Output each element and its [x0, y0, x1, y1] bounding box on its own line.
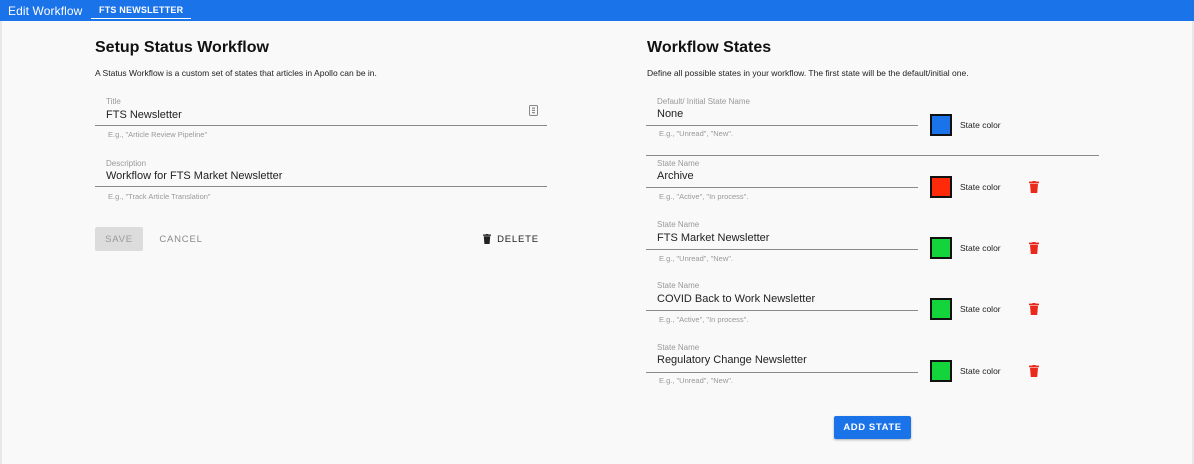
- trash-icon[interactable]: [1029, 242, 1039, 254]
- description-underline: [95, 186, 547, 187]
- trash-icon: [483, 234, 492, 244]
- state-color-swatch[interactable]: [930, 360, 952, 382]
- states-heading: Workflow States: [647, 39, 772, 56]
- state-name-input[interactable]: Regulatory Change Newsletter: [657, 354, 807, 366]
- state-name-input[interactable]: FTS Market Newsletter: [657, 232, 769, 244]
- save-button[interactable]: SAVE: [95, 227, 143, 251]
- state-name-input[interactable]: None: [657, 108, 683, 120]
- description-field-label: Description: [106, 159, 147, 168]
- state-label: Default/ Initial State Name: [657, 97, 750, 106]
- title-hint: E.g., "Article Review Pipeline": [108, 130, 208, 139]
- main-content: Setup Status Workflow A Status Workflow …: [2, 21, 1192, 464]
- state-name-input[interactable]: COVID Back to Work Newsletter: [657, 293, 815, 305]
- app-header: Edit Workflow FTS NEWSLETTER: [0, 0, 1194, 21]
- trash-icon[interactable]: [1029, 181, 1039, 193]
- state-underline: [646, 249, 918, 250]
- states-description: Define all possible states in your workf…: [647, 68, 969, 78]
- state-hint: E.g., "Unread", "New".: [659, 254, 734, 263]
- state-color-label: State color: [960, 182, 1001, 192]
- setup-description: A Status Workflow is a custom set of sta…: [95, 68, 377, 78]
- delete-workflow-button[interactable]: DELETE: [478, 227, 544, 251]
- state-hint: E.g., "Unread", "New".: [659, 129, 734, 138]
- state-color-label: State color: [960, 120, 1001, 130]
- trash-icon[interactable]: [1029, 365, 1039, 377]
- title-field-label: Title: [106, 97, 121, 106]
- delete-label: DELETE: [497, 233, 539, 245]
- state-label: State Name: [657, 343, 700, 352]
- setup-heading: Setup Status Workflow: [95, 39, 269, 56]
- trash-icon[interactable]: [1029, 303, 1039, 315]
- state-name-input[interactable]: Archive: [657, 170, 694, 182]
- state-color-label: State color: [960, 243, 1001, 253]
- title-field[interactable]: Title FTS Newsletter E.g., "Article Revi…: [95, 95, 547, 145]
- state-underline: [646, 125, 918, 126]
- state-hint: E.g., "Active", "In process".: [659, 192, 749, 201]
- cancel-button[interactable]: CANCEL: [155, 227, 207, 251]
- state-color-swatch[interactable]: [930, 176, 952, 198]
- default-state-divider: [646, 155, 1099, 156]
- state-field[interactable]: State Name FTS Market Newsletter E.g., "…: [646, 219, 918, 269]
- description-hint: E.g., "Track Article Translation": [108, 192, 211, 201]
- description-field[interactable]: Description Workflow for FTS Market News…: [95, 157, 547, 207]
- state-field[interactable]: State Name COVID Back to Work Newsletter…: [646, 280, 918, 330]
- state-underline: [646, 187, 918, 188]
- state-color-swatch[interactable]: [930, 114, 952, 136]
- state-hint: E.g., "Active", "In process".: [659, 315, 749, 324]
- state-color-label: State color: [960, 366, 1001, 376]
- state-field-default[interactable]: Default/ Initial State Name None E.g., "…: [646, 94, 918, 144]
- add-state-button[interactable]: ADD STATE: [834, 416, 911, 439]
- state-field[interactable]: State Name Regulatory Change Newsletter …: [646, 341, 918, 391]
- state-color-swatch[interactable]: [930, 237, 952, 259]
- state-label: State Name: [657, 281, 700, 290]
- page-title: Edit Workflow: [8, 4, 83, 18]
- state-color-label: State color: [960, 304, 1001, 314]
- form-icon[interactable]: [529, 105, 538, 116]
- state-hint: E.g., "Unread", "New".: [659, 376, 734, 385]
- state-underline: [646, 310, 918, 311]
- state-underline: [646, 372, 918, 373]
- state-label: State Name: [657, 159, 700, 168]
- title-underline: [95, 125, 547, 126]
- state-field[interactable]: State Name Archive E.g., "Active", "In p…: [646, 157, 918, 207]
- state-label: State Name: [657, 220, 700, 229]
- title-input[interactable]: FTS Newsletter: [106, 109, 182, 121]
- description-input[interactable]: Workflow for FTS Market Newsletter: [106, 170, 282, 182]
- tab-fts-newsletter[interactable]: FTS NEWSLETTER: [91, 5, 192, 19]
- state-color-swatch[interactable]: [930, 298, 952, 320]
